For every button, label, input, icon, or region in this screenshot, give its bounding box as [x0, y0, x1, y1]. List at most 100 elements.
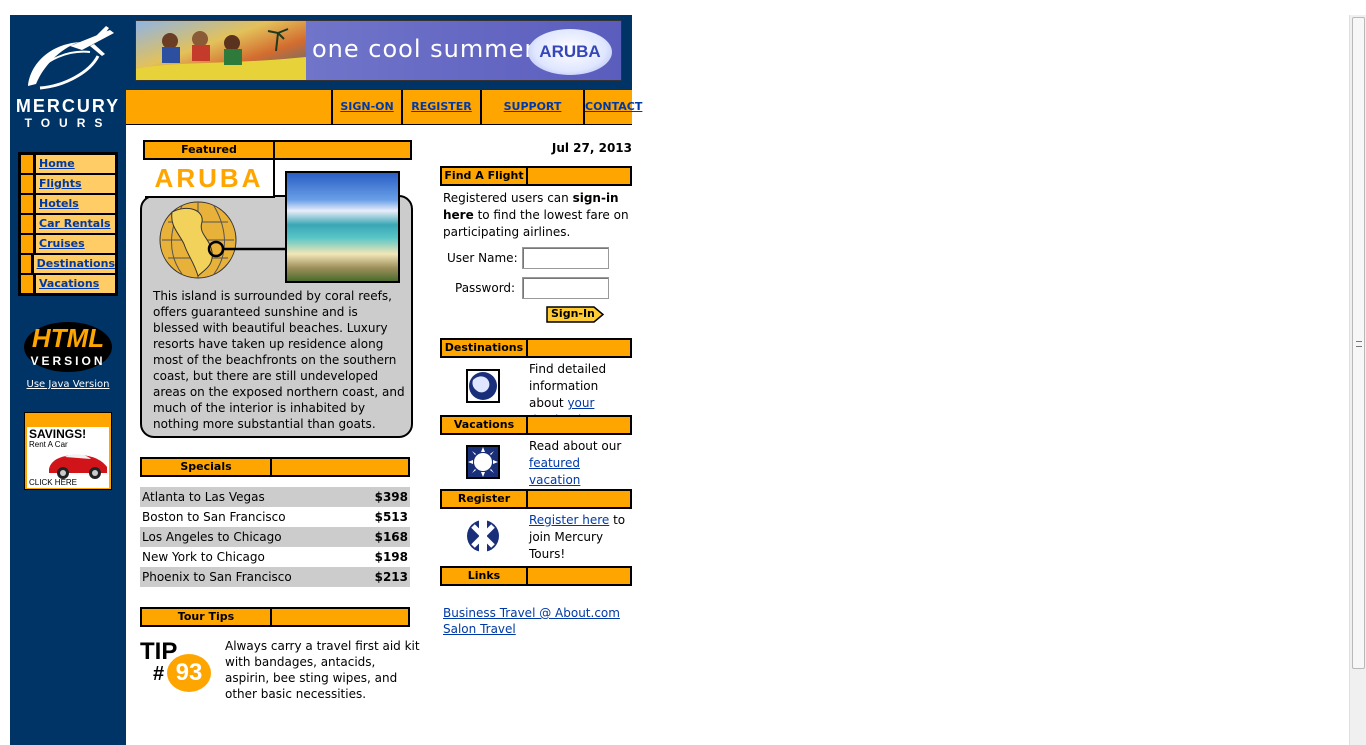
register-text: Register here to join Mercury Tours! — [529, 513, 626, 561]
sun-icon — [466, 445, 500, 479]
top-navigation: SIGN-ON REGISTER SUPPORT CONTACT — [126, 90, 642, 125]
special-price: $398 — [374, 490, 408, 504]
current-date: Jul 27, 2013 — [551, 141, 632, 155]
sign-in-button[interactable]: Sign-In — [546, 306, 604, 323]
vertical-scrollbar[interactable] — [1349, 15, 1366, 745]
external-links: Business Travel @ About.com Salon Travel — [443, 605, 633, 637]
find-flight-title: Find A Flight — [442, 168, 528, 184]
sidebar-link-destinations[interactable]: Destinations — [37, 257, 115, 270]
tour-tips-header: Tour Tips — [140, 607, 410, 627]
register-badge-icon — [467, 520, 499, 552]
globe-icon — [466, 369, 500, 403]
nav-support-link[interactable]: SUPPORT — [504, 100, 562, 113]
specials-header: Specials — [140, 457, 410, 477]
destinations-title: Destinations — [442, 340, 528, 356]
special-row: Phoenix to San Francisco $213 — [140, 567, 410, 587]
java-version-link-container: Use Java Version — [10, 379, 126, 390]
ad-cta: CLICK HERE — [29, 478, 78, 487]
special-price: $168 — [374, 530, 408, 544]
sidebar-link-car-rentals[interactable]: Car Rentals — [39, 217, 111, 230]
sidebar-item-hotels[interactable]: Hotels — [20, 194, 116, 214]
special-row: Atlanta to Las Vegas $398 — [140, 487, 410, 507]
special-price: $213 — [374, 570, 408, 584]
featured-destination-title: Featured Destination — [145, 142, 275, 172]
special-route: Boston to San Francisco — [142, 510, 286, 524]
find-flight-header: Find A Flight — [440, 166, 632, 186]
nav-sign-on[interactable]: SIGN-ON — [331, 90, 401, 125]
special-route: Phoenix to San Francisco — [142, 570, 292, 584]
nav-contact[interactable]: CONTACT — [583, 90, 642, 125]
special-row: New York to Chicago $198 — [140, 547, 410, 567]
link-business-travel[interactable]: Business Travel @ About.com — [443, 605, 633, 621]
sidebar-link-hotels[interactable]: Hotels — [39, 197, 79, 210]
sidebar-item-vacations[interactable]: Vacations — [20, 274, 116, 294]
sidebar-item-cruises[interactable]: Cruises — [20, 234, 116, 254]
html-version-logo: HTML VERSION — [22, 322, 114, 372]
username-label: User Name: — [447, 251, 518, 265]
java-version-link[interactable]: Use Java Version — [27, 379, 110, 390]
plane-logo-icon — [28, 26, 114, 90]
sign-in-label: Sign-In — [551, 307, 595, 320]
nav-register[interactable]: REGISTER — [401, 90, 480, 125]
tip-text: Always carry a travel first aid kit with… — [225, 639, 420, 701]
ad-title: SAVINGS! — [29, 427, 87, 441]
brand-subtitle: TOURS — [24, 116, 112, 130]
links-title: Links — [442, 568, 528, 584]
special-route: Atlanta to Las Vegas — [142, 490, 265, 504]
rent-a-car-ad[interactable]: SAVINGS! Rent A Car CLICK HERE — [24, 412, 112, 490]
sidebar-link-cruises[interactable]: Cruises — [39, 237, 85, 250]
html-version-subtitle: VERSION — [30, 354, 106, 368]
register-title: Register — [442, 491, 528, 507]
sidebar-item-flights[interactable]: Flights — [20, 174, 116, 194]
register-header: Register — [440, 489, 632, 509]
password-input[interactable] — [522, 277, 609, 299]
scrollbar-thumb[interactable] — [1352, 17, 1365, 669]
featured-destination-description: This island is surrounded by coral reefs… — [153, 289, 405, 431]
special-price: $198 — [374, 550, 408, 564]
sidebar-link-flights[interactable]: Flights — [39, 177, 82, 190]
nav-register-link[interactable]: REGISTER — [411, 100, 472, 113]
aruba-beach-photo — [285, 171, 400, 283]
register-link[interactable]: Register here — [529, 513, 609, 527]
brand-name: MERCURY — [15, 96, 121, 116]
links-header: Links — [440, 566, 632, 586]
scroll-grip-icon — [1356, 341, 1362, 347]
special-route: New York to Chicago — [142, 550, 265, 564]
aruba-logo: ARUBA — [528, 29, 612, 75]
sidebar-item-home[interactable]: Home — [20, 154, 116, 174]
tip-number: 93 — [167, 654, 211, 692]
special-row: Boston to San Francisco $513 — [140, 507, 410, 527]
special-price: $513 — [374, 510, 408, 524]
vacations-header: Vacations — [440, 415, 632, 435]
nav-contact-link[interactable]: CONTACT — [585, 100, 642, 113]
password-label: Password: — [455, 281, 516, 295]
special-route: Los Angeles to Chicago — [142, 530, 282, 544]
sidebar-link-vacations[interactable]: Vacations — [39, 277, 99, 290]
specials-title: Specials — [142, 459, 272, 475]
tip-badge: TIP # 93 — [140, 640, 215, 695]
globe-icon — [159, 201, 286, 279]
username-input[interactable] — [522, 247, 609, 269]
find-flight-text: Registered users can sign-in here to fin… — [443, 191, 629, 239]
html-version-title: HTML — [31, 323, 105, 353]
aruba-promo-banner[interactable]: one cool summer ARUBA — [135, 20, 622, 81]
nav-sign-on-link[interactable]: SIGN-ON — [340, 100, 393, 113]
nav-support[interactable]: SUPPORT — [480, 90, 583, 125]
banner-slogan: one cool summer — [312, 35, 536, 63]
special-row: Los Angeles to Chicago $168 — [140, 527, 410, 547]
sidebar-item-destinations[interactable]: Destinations — [20, 254, 116, 274]
side-menu: Home Flights Hotels Car Rentals Cruises … — [18, 152, 118, 296]
sidebar-link-home[interactable]: Home — [39, 157, 75, 170]
sidebar-item-car-rentals[interactable]: Car Rentals — [20, 214, 116, 234]
link-salon-travel[interactable]: Salon Travel — [443, 621, 633, 637]
tour-tips-title: Tour Tips — [142, 609, 272, 625]
featured-destination-name: ARUBA — [145, 160, 275, 198]
vacations-title: Vacations — [442, 417, 528, 433]
header-banner: one cool summer ARUBA — [126, 15, 632, 90]
mercury-tours-logo[interactable]: MERCURY TOURS — [10, 24, 126, 134]
destinations-header: Destinations — [440, 338, 632, 358]
tip-hash: # — [153, 663, 165, 685]
red-car-icon — [49, 454, 107, 479]
banner-photo — [136, 21, 306, 80]
featured-destination-header: Featured Destination — [143, 140, 412, 172]
